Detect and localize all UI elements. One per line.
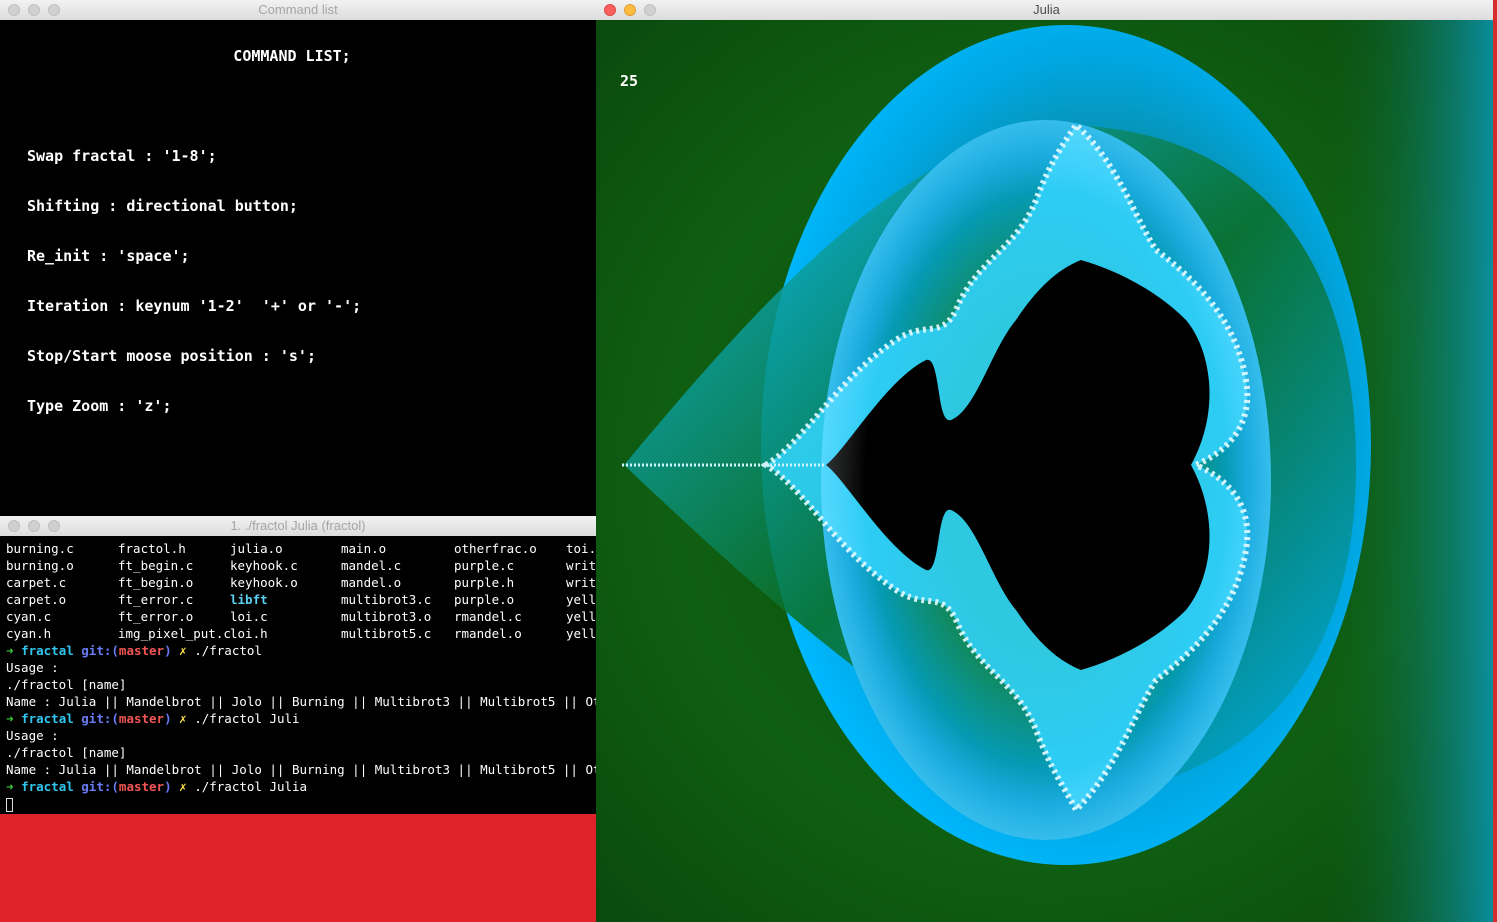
prompt-git-close: ): [164, 643, 172, 658]
ls-entry: main.o: [341, 541, 387, 556]
window-title: 1. ./fractol Julia (fractol): [230, 518, 366, 533]
prompt-line: ➜ fractal git:(master) ✗ ./fractol Julia: [6, 778, 307, 795]
prompt-branch: master: [118, 643, 165, 658]
ls-entry: toi.c: [566, 541, 596, 556]
command-re-init: Re_init : 'space';: [27, 247, 190, 265]
command-swap-fractal: Swap fractal : '1-8';: [27, 147, 217, 165]
dirty-x-icon: ✗: [179, 711, 187, 726]
ls-entry: ft_begin.o: [118, 575, 194, 590]
output-line: ./fractol [name]: [6, 745, 127, 760]
ls-entry: yell: [566, 626, 596, 641]
julia-titlebar[interactable]: Julia: [596, 0, 1497, 21]
ls-entry: burning.c: [6, 541, 74, 556]
dirty-x-icon: ✗: [179, 643, 187, 658]
dirty-x-icon: ✗: [179, 779, 187, 794]
ls-entry: purple.h: [454, 575, 515, 590]
ls-entry: mandel.o: [341, 575, 402, 590]
prompt-arrow-icon: ➜: [6, 779, 14, 794]
ls-entry: keyhook.o: [230, 575, 298, 590]
terminal-window: 1. ./fractol Julia (fractol) burning.c fr…: [0, 516, 596, 814]
desktop-edge: [1493, 0, 1497, 922]
fractal-canvas[interactable]: 25: [596, 20, 1497, 922]
prompt-line: ➜ fractal git:(master) ✗ ./fractol: [6, 642, 262, 659]
prompt-git: git:(: [81, 711, 119, 726]
command-list-titlebar[interactable]: Command list: [0, 0, 596, 21]
command-list-heading: COMMAND LIST;: [233, 47, 351, 65]
ls-entry: multibrot5.c: [341, 626, 432, 641]
prompt-dir: fractal: [21, 643, 74, 658]
ls-entry: burning.o: [6, 558, 74, 573]
ls-entry: julia.o: [230, 541, 283, 556]
ls-entry: fractol.h: [118, 541, 186, 556]
ls-entry: multibrot3.o: [341, 609, 432, 624]
prompt-arrow-icon: ➜: [6, 711, 14, 726]
command-mouse-position: Stop/Start moose position : 's';: [27, 347, 316, 365]
output-line: Usage :: [6, 660, 59, 675]
ls-entry: writ: [566, 575, 596, 590]
ls-entry: keyhook.c: [230, 558, 298, 573]
command-iteration: Iteration : keynum '1-2' '+' or '-';: [27, 297, 362, 315]
command-text: ./fractol Juli: [194, 711, 300, 726]
output-line: Usage :: [6, 728, 59, 743]
fractal-image: [596, 20, 1497, 922]
ls-entry: writ: [566, 558, 596, 573]
iteration-count: 25: [620, 72, 639, 90]
ls-entry: mandel.c: [341, 558, 402, 573]
ls-entry: ft_begin.c: [118, 558, 194, 573]
command-text: ./fractol: [194, 643, 262, 658]
ls-entry: cyan.c: [6, 609, 52, 624]
ls-entry: libft: [230, 592, 268, 607]
ls-entry: ft_error.o: [118, 609, 194, 624]
prompt-git-close: ): [164, 779, 172, 794]
output-line: Name : Julia || Mandelbrot || Jolo || Bu…: [6, 694, 596, 709]
window-title: Julia: [1033, 2, 1060, 17]
ls-entry: yell: [566, 592, 596, 607]
prompt-branch: master: [118, 711, 165, 726]
ls-entry: yell: [566, 609, 596, 624]
prompt-git: git:(: [81, 643, 119, 658]
command-shifting: Shifting : directional button;: [27, 197, 298, 215]
text-cursor: [6, 797, 13, 812]
command-list-window: Command list COMMAND LIST; Swap fractal …: [0, 0, 596, 516]
ls-entry: img_pixel_put.c: [118, 626, 231, 641]
prompt-branch: master: [118, 779, 165, 794]
window-title: Command list: [258, 2, 338, 17]
command-list-content: COMMAND LIST; Swap fractal : '1-8'; Shif…: [0, 20, 596, 516]
ls-entry: rmandel.c: [454, 609, 522, 624]
prompt-arrow-icon: ➜: [6, 643, 14, 658]
input-line[interactable]: [6, 795, 13, 812]
ls-entry: loi.c: [230, 609, 268, 624]
prompt-git: git:(: [81, 779, 119, 794]
terminal-content[interactable]: burning.c fractol.h julia.o main.o otherfrac…: [0, 536, 596, 814]
ls-entry: loi.h: [230, 626, 268, 641]
ls-entry: rmandel.o: [454, 626, 522, 641]
prompt-dir: fractal: [21, 779, 74, 794]
julia-window: Julia 25: [596, 0, 1497, 922]
ls-entry: purple.o: [454, 592, 515, 607]
command-zoom: Type Zoom : 'z';: [27, 397, 172, 415]
output-line: ./fractol [name]: [6, 677, 127, 692]
ls-entry: purple.c: [454, 558, 515, 573]
ls-entry: cyan.h: [6, 626, 52, 641]
prompt-line: ➜ fractal git:(master) ✗ ./fractol Juli: [6, 710, 300, 727]
ls-entry: multibrot3.c: [341, 592, 432, 607]
ls-entry: carpet.c: [6, 575, 67, 590]
command-text: ./fractol Julia: [194, 779, 308, 794]
ls-entry: ft_error.c: [118, 592, 194, 607]
prompt-dir: fractal: [21, 711, 74, 726]
ls-entry: otherfrac.o: [454, 541, 537, 556]
terminal-titlebar[interactable]: 1. ./fractol Julia (fractol): [0, 516, 596, 537]
ls-entry: carpet.o: [6, 592, 67, 607]
prompt-git-close: ): [164, 711, 172, 726]
output-line: Name : Julia || Mandelbrot || Jolo || Bu…: [6, 762, 596, 777]
